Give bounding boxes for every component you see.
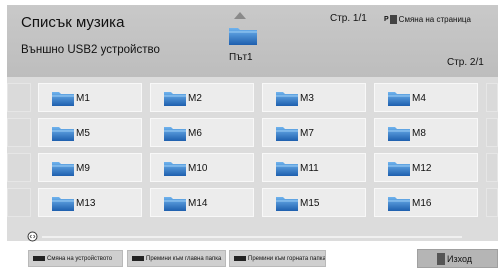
change-page-label: Смяна на страница (398, 15, 471, 24)
folder-icon (388, 127, 410, 141)
folder-label: M15 (300, 198, 320, 209)
page-indicator-top: Стр. 1/1 (330, 13, 367, 24)
folder-item[interactable]: M11 (262, 153, 366, 182)
folder-item[interactable]: M4 (374, 83, 478, 112)
exit-icon (437, 252, 445, 265)
folder-placeholder (486, 118, 498, 147)
folder-item[interactable]: M6 (150, 118, 254, 147)
folder-label: M14 (188, 198, 208, 209)
folder-label: M3 (300, 93, 314, 104)
folder-icon (276, 92, 298, 106)
go-main-folder-button[interactable]: Премини към главна папка (127, 250, 226, 267)
folder-item[interactable]: M10 (150, 153, 254, 182)
folder-label: M8 (412, 128, 426, 139)
folder-label: M16 (412, 198, 432, 209)
folder-item[interactable]: M8 (374, 118, 478, 147)
folder-placeholder (486, 83, 498, 112)
p-key-badge: P (384, 16, 389, 23)
folder-icon (276, 162, 298, 176)
up-arrow-icon[interactable] (234, 12, 246, 19)
folder-icon (52, 127, 74, 141)
folder-icon (52, 92, 74, 106)
exit-label: Изход (447, 253, 473, 264)
folder-label: M12 (412, 163, 432, 174)
folder-item[interactable]: M12 (374, 153, 478, 182)
folder-icon (276, 127, 298, 141)
folder-label: M10 (188, 163, 208, 174)
folder-icon (164, 197, 186, 211)
folder-icon (164, 127, 186, 141)
color-key-icon (33, 256, 45, 261)
folder-label: M5 (76, 128, 90, 139)
folder-icon (164, 92, 186, 106)
folder-label: M4 (412, 93, 426, 104)
folder-item[interactable]: M7 (262, 118, 366, 147)
folder-item[interactable]: M15 (262, 188, 366, 217)
folder-icon (52, 162, 74, 176)
folder-icon (164, 162, 186, 176)
folder-item[interactable]: M5 (38, 118, 142, 147)
change-device-label: Смяна на устройството (47, 255, 113, 262)
page-key-icon (389, 15, 397, 24)
device-label: Външно USB2 устройство (21, 44, 160, 56)
path-label: Път1 (229, 52, 253, 63)
scroll-handle-icon[interactable] (27, 231, 38, 242)
folder-item[interactable]: M14 (150, 188, 254, 217)
folder-icon (388, 197, 410, 211)
folder-icon (52, 197, 74, 211)
folder-item[interactable]: M16 (374, 188, 478, 217)
page-title: Списък музика (21, 14, 125, 31)
folder-placeholder (7, 118, 31, 147)
go-upper-folder-button[interactable]: Премини към горната папка (229, 250, 326, 267)
folder-placeholder (7, 188, 31, 217)
folder-placeholder (7, 153, 31, 182)
folder-icon (229, 28, 257, 45)
folder-label: M13 (76, 198, 96, 209)
folder-placeholder (486, 153, 498, 182)
change-page-hint[interactable]: P Смяна на страница (384, 15, 471, 24)
folder-label: M11 (300, 163, 319, 174)
go-upper-folder-label: Премини към горната папка (248, 255, 326, 262)
scrollbar-track[interactable] (42, 236, 462, 238)
folder-label: M2 (188, 93, 202, 104)
change-device-button[interactable]: Смяна на устройството (28, 250, 123, 267)
folder-icon (276, 197, 298, 211)
folder-icon (388, 162, 410, 176)
folder-icon (388, 92, 410, 106)
folder-label: M1 (76, 93, 90, 104)
folder-placeholder (486, 188, 498, 217)
folder-item[interactable]: M9 (38, 153, 142, 182)
folder-label: M7 (300, 128, 314, 139)
go-main-folder-label: Премини към главна папка (146, 255, 222, 262)
folder-placeholder (7, 83, 31, 112)
folder-item[interactable]: M13 (38, 188, 142, 217)
folder-item[interactable]: M1 (38, 83, 142, 112)
folder-item[interactable]: M2 (150, 83, 254, 112)
page-indicator-right: Стр. 2/1 (447, 57, 484, 68)
exit-button[interactable]: Изход (417, 249, 498, 268)
folder-item[interactable]: M3 (262, 83, 366, 112)
color-key-icon (234, 256, 246, 261)
color-key-icon (132, 256, 144, 261)
folder-label: M6 (188, 128, 202, 139)
folder-label: M9 (76, 163, 90, 174)
